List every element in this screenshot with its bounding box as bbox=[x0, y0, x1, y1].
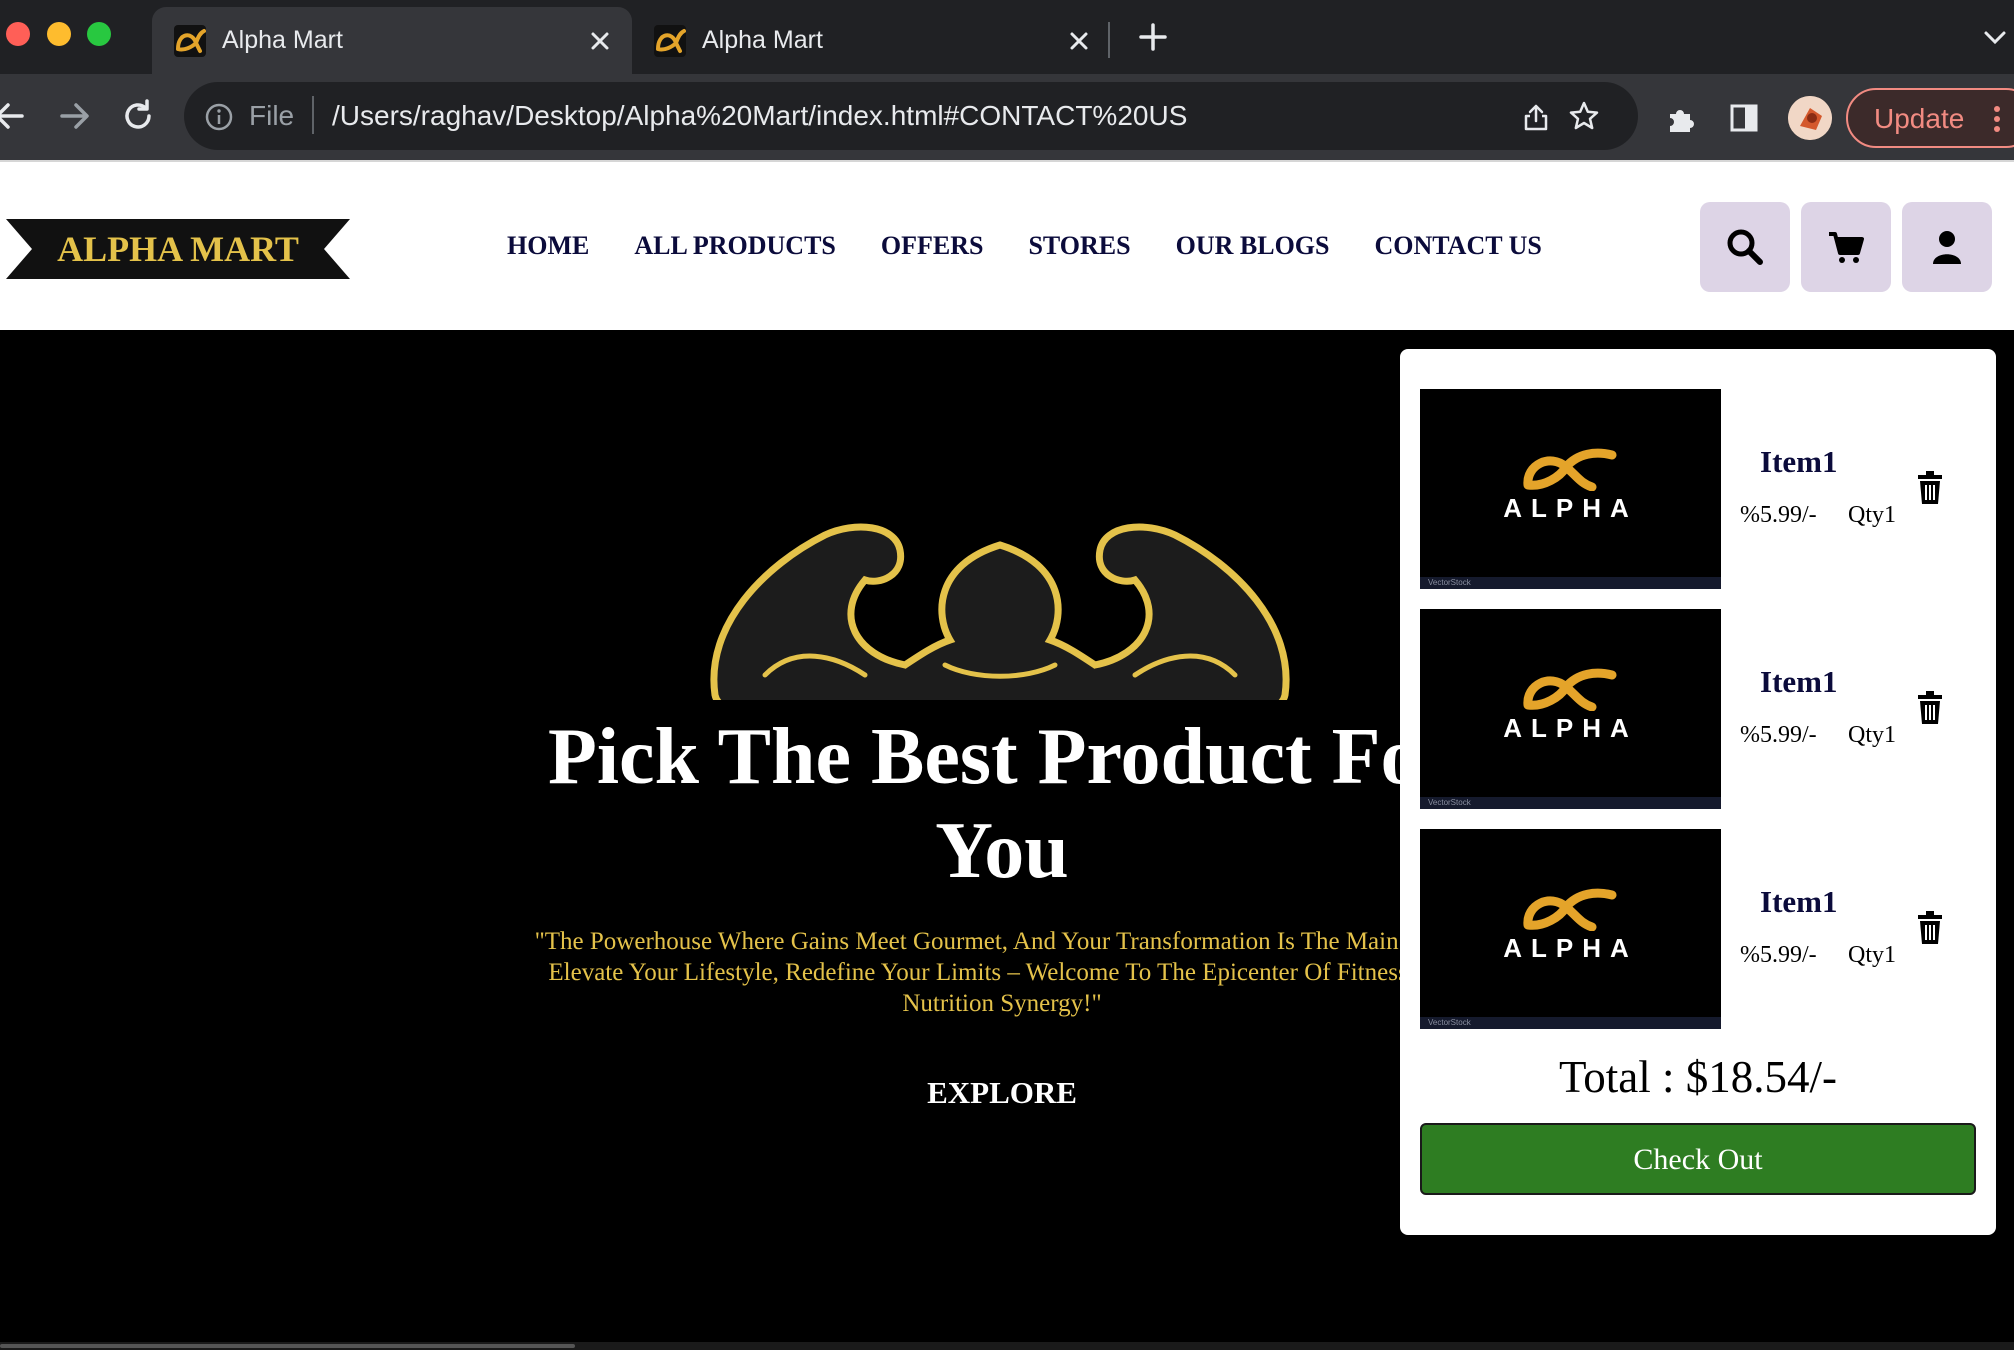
forward-arrow-icon[interactable] bbox=[54, 96, 94, 136]
hero-quote: "The Powerhouse Where Gains Meet Gourmet… bbox=[534, 928, 1470, 1017]
omnibox-divider bbox=[312, 96, 314, 134]
checkout-button[interactable]: Check Out bbox=[1420, 1123, 1976, 1195]
share-icon[interactable] bbox=[1522, 102, 1550, 132]
horizontal-scrollbar[interactable] bbox=[0, 1342, 2014, 1350]
product-image-text: ALPHA bbox=[1503, 713, 1638, 743]
item-qty: Qty1 bbox=[1848, 942, 1896, 968]
reload-icon[interactable] bbox=[118, 96, 158, 136]
image-credit: VectorStock bbox=[1428, 578, 1471, 587]
item-price: %5.99/- bbox=[1740, 502, 1817, 528]
browser-tab-strip: Alpha Mart Alpha Mart bbox=[0, 0, 2014, 74]
search-icon bbox=[1727, 229, 1763, 265]
image-watermark-bar: VectorStock bbox=[1420, 1017, 1721, 1029]
product-image-text: ALPHA bbox=[1503, 933, 1638, 963]
tab-title: Alpha Mart bbox=[222, 26, 343, 54]
back-arrow-icon[interactable] bbox=[0, 96, 30, 136]
nav-offers[interactable]: OFFERS bbox=[881, 230, 984, 262]
side-panel-icon[interactable] bbox=[1728, 102, 1760, 134]
tab-title: Alpha Mart bbox=[702, 26, 823, 54]
image-credit: VectorStock bbox=[1428, 798, 1471, 807]
url-scheme-label: File bbox=[249, 100, 295, 131]
cart-panel: ALPHA VectorStock Item1 %5.99/- Qty1 ALP… bbox=[1400, 349, 1996, 1235]
address-bar[interactable]: File /Users/raghav/Desktop/Alpha%20Mart/… bbox=[184, 82, 1638, 150]
item-name: Item1 bbox=[1760, 664, 1838, 699]
logo-text: ALPHA MART bbox=[57, 229, 299, 269]
tab-separator bbox=[1108, 22, 1110, 58]
nav-contact-us[interactable]: CONTACT US bbox=[1374, 230, 1541, 262]
cart-button[interactable] bbox=[1801, 202, 1891, 292]
window-minimize-button[interactable] bbox=[47, 22, 71, 46]
update-label: Update bbox=[1874, 103, 1965, 134]
item-qty: Qty1 bbox=[1848, 722, 1896, 748]
item-name: Item1 bbox=[1760, 444, 1838, 479]
alpha-logo-icon bbox=[1523, 448, 1617, 491]
item-price: %5.99/- bbox=[1740, 942, 1817, 968]
scrollbar-thumb[interactable] bbox=[0, 1344, 575, 1348]
bodybuilder-illustration bbox=[705, 505, 1295, 700]
browser-toolbar: File /Users/raghav/Desktop/Alpha%20Mart/… bbox=[0, 74, 2014, 160]
alpha-favicon-icon bbox=[174, 25, 206, 57]
checkout-label: Check Out bbox=[1633, 1143, 1763, 1176]
profile-avatar[interactable] bbox=[1788, 96, 1832, 140]
cart-item: ALPHA VectorStock Item1 %5.99/- Qty1 bbox=[1420, 609, 1980, 809]
url-text[interactable]: /Users/raghav/Desktop/Alpha%20Mart/index… bbox=[332, 100, 1187, 132]
user-icon bbox=[1933, 231, 1961, 264]
close-icon[interactable] bbox=[1066, 28, 1092, 54]
product-image-text: ALPHA bbox=[1503, 493, 1638, 523]
update-button[interactable]: Update bbox=[1846, 88, 2014, 148]
cart-total: Total : $18.54/- bbox=[1558, 1052, 1838, 1102]
window-close-button[interactable] bbox=[6, 22, 30, 46]
nav-our-blogs[interactable]: OUR BLOGS bbox=[1176, 230, 1330, 262]
user-button[interactable] bbox=[1902, 202, 1992, 292]
image-watermark-bar: VectorStock bbox=[1420, 797, 1721, 809]
image-watermark-bar: VectorStock bbox=[1420, 577, 1721, 589]
main-nav: HOME ALL PRODUCTS OFFERS STORES OUR BLOG… bbox=[507, 230, 1587, 262]
cart-item: ALPHA VectorStock Item1 %5.99/- Qty1 bbox=[1420, 829, 1980, 1029]
alpha-favicon-icon bbox=[654, 25, 686, 57]
trash-icon[interactable] bbox=[1916, 691, 1944, 725]
image-credit: VectorStock bbox=[1428, 1018, 1471, 1027]
new-tab-plus-icon[interactable] bbox=[1136, 20, 1170, 54]
product-image: ALPHA VectorStock bbox=[1420, 609, 1721, 809]
alpha-logo-icon bbox=[1523, 668, 1617, 711]
product-image: ALPHA VectorStock bbox=[1420, 389, 1721, 589]
close-icon[interactable] bbox=[587, 28, 613, 54]
browser-tab-2[interactable]: Alpha Mart bbox=[632, 7, 1108, 74]
item-qty: Qty1 bbox=[1848, 502, 1896, 528]
nav-stores[interactable]: STORES bbox=[1028, 230, 1130, 262]
trash-icon[interactable] bbox=[1916, 911, 1944, 945]
site-logo[interactable]: ALPHA MART bbox=[6, 219, 350, 279]
window-maximize-button[interactable] bbox=[87, 22, 111, 46]
search-button[interactable] bbox=[1700, 202, 1790, 292]
alpha-logo-icon bbox=[1523, 888, 1617, 931]
nav-all-products[interactable]: ALL PRODUCTS bbox=[634, 230, 836, 262]
info-icon[interactable] bbox=[204, 102, 234, 132]
explore-link[interactable]: EXPLORE bbox=[902, 1075, 1102, 1111]
cart-icon bbox=[1829, 232, 1864, 263]
browser-tab-1[interactable]: Alpha Mart bbox=[152, 7, 632, 74]
site-header: ALPHA MART HOME ALL PRODUCTS OFFERS STOR… bbox=[0, 160, 2014, 330]
bookmark-star-icon[interactable] bbox=[1568, 100, 1600, 132]
item-price: %5.99/- bbox=[1740, 722, 1817, 748]
tab-search-chevron-down-icon[interactable] bbox=[1982, 28, 2008, 48]
trash-icon[interactable] bbox=[1916, 471, 1944, 505]
more-vert-icon[interactable] bbox=[1992, 104, 2002, 134]
cart-item: ALPHA VectorStock Item1 %5.99/- Qty1 bbox=[1420, 389, 1980, 589]
hero-title: Pick The Best Product For You bbox=[547, 713, 1457, 895]
extensions-puzzle-icon[interactable] bbox=[1664, 102, 1698, 136]
item-name: Item1 bbox=[1760, 884, 1838, 919]
product-image: ALPHA VectorStock bbox=[1420, 829, 1721, 1029]
nav-home[interactable]: HOME bbox=[507, 230, 589, 262]
